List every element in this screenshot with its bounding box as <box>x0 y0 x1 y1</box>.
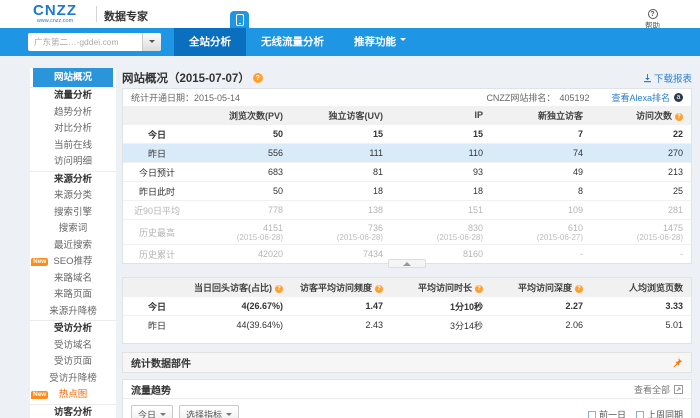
alexa-icon[interactable]: a <box>674 93 683 102</box>
stats-open-date-label: 统计开通日期： <box>131 91 194 104</box>
site-selector-value: 广东第二…-gddei.com <box>28 36 142 48</box>
mobile-phone-icon <box>230 11 249 28</box>
sidebar-item-search-engine[interactable]: 搜索引擎 <box>30 205 116 222</box>
help-question-icon[interactable]: ? <box>275 285 283 293</box>
checkbox-icon <box>636 411 644 418</box>
help-question-icon[interactable]: ? <box>375 285 383 293</box>
checkbox-previous-day[interactable]: 前一日 <box>588 408 626 418</box>
sidebar-item-current-online[interactable]: 当前在线 <box>30 138 116 155</box>
chevron-down-icon <box>226 413 232 418</box>
chevron-down-icon <box>400 38 406 44</box>
chevron-down-icon <box>160 413 166 418</box>
sidebar-item-referrer-domain[interactable]: 来路域名 <box>30 271 116 288</box>
sidebar-item-recent-search[interactable]: 最近搜索 <box>30 238 116 255</box>
table-row-90day-average: 近90日平均 778138 151109 281 <box>123 201 691 220</box>
expand-icon <box>674 385 683 394</box>
tab-wireless-traffic[interactable]: 无线流量分析 <box>246 28 339 56</box>
engagement-table: 当日回头访客(占比)? 访客平均访问频度? 平均访问时长? 平均访问深度? 人均… <box>123 278 691 334</box>
sidebar-item-visited-domain[interactable]: 受访域名 <box>30 338 116 355</box>
checkbox-same-period-last-week[interactable]: 上周同期 <box>636 408 683 418</box>
overview-panel: 统计开通日期： 2015-05-14 CNZZ网站排名： 405192 查看Al… <box>122 88 692 264</box>
table-header-row: 浏览次数(PV) 独立访客(UV) IP 新独立访客 访问次数? <box>123 106 691 125</box>
table-row-yesterday-same-time: 昨日此时 5018 188 25 <box>123 182 691 201</box>
table-row-yesterday[interactable]: 昨日 556111 11074 270 <box>123 144 691 163</box>
stats-widgets-bar: 统计数据部件 <box>122 352 692 373</box>
help-question-icon[interactable]: ? <box>675 113 683 121</box>
divider <box>96 6 97 22</box>
traffic-trend-panel: 流量趋势 查看全部 今日 选择指标 前一日 <box>122 379 692 418</box>
sidebar-section-visited-analysis: 受访分析 <box>30 320 116 338</box>
sidebar-item-search-words[interactable]: 搜索词 <box>30 221 116 238</box>
checkbox-icon <box>588 411 596 418</box>
help-question-icon[interactable]: ? <box>253 73 263 83</box>
stats-open-date-value: 2015-05-14 <box>194 93 240 103</box>
help-icon: ? <box>648 9 658 19</box>
tab-recommended-features[interactable]: 推荐功能 <box>339 28 421 56</box>
nav-tabs: 全站分析 无线流量分析 推荐功能 <box>174 28 421 56</box>
sidebar-item-trend-analysis[interactable]: 趋势分析 <box>30 105 116 122</box>
date-range-dropdown[interactable]: 今日 <box>131 405 173 418</box>
help-button[interactable]: ? 帮助 <box>645 3 660 30</box>
page-title: 网站概况（2015-07-07） <box>122 70 250 86</box>
brand-title: 数据专家 <box>104 8 148 24</box>
nav-bar: 广东第二…-gddei.com 全站分析 无线流量分析 推荐功能 <box>0 28 700 56</box>
sidebar-item-referrer-page[interactable]: 来路页面 <box>30 287 116 304</box>
main-content: 网站概况（2015-07-07） ? 下载报表 统计开通日期： 2015-05-… <box>122 68 692 418</box>
cnzz-rank-value: 405192 <box>559 93 589 103</box>
sidebar-item-compare-analysis[interactable]: 对比分析 <box>30 121 116 138</box>
site-selector-dropdown[interactable]: 广东第二…-gddei.com <box>28 33 161 51</box>
logo-text: CNZZ <box>33 3 77 18</box>
alexa-rank-link[interactable]: 查看Alexa排名 <box>611 91 670 104</box>
pushpin-icon[interactable] <box>672 357 683 368</box>
metric-selector-dropdown[interactable]: 选择指标 <box>179 405 239 418</box>
tab-full-site-analysis[interactable]: 全站分析 <box>174 28 246 56</box>
table-row-today-forecast: 今日预计 68381 9349 213 <box>123 163 691 182</box>
sidebar-item-visited-rank-change[interactable]: 受访升降榜 <box>30 371 116 388</box>
sidebar-item-visit-details[interactable]: 访问明细 <box>30 154 116 171</box>
overview-table: 浏览次数(PV) 独立访客(UV) IP 新独立访客 访问次数? 今日 5015… <box>123 106 691 263</box>
collapse-table-button[interactable] <box>388 259 426 268</box>
chevron-down-icon[interactable] <box>142 33 161 51</box>
table-row-historical-max: 历史最高 4151(2015-06-28) 736(2015-06-28) 83… <box>123 220 691 245</box>
engagement-panel: 当日回头访客(占比)? 访客平均访问频度? 平均访问时长? 平均访问深度? 人均… <box>122 277 692 344</box>
sidebar-item-source-category[interactable]: 来源分类 <box>30 188 116 205</box>
table-row-today: 今日 5015 157 22 <box>123 125 691 144</box>
cnzz-rank-label: CNZZ网站排名： <box>486 91 555 104</box>
sidebar-section-visitor-analysis: 访客分析 <box>30 404 116 418</box>
sidebar-item-site-overview[interactable]: 网站概况 <box>33 68 113 87</box>
view-all-link[interactable]: 查看全部 <box>634 383 683 396</box>
new-badge: New <box>31 391 48 399</box>
download-report-link[interactable]: 下载报表 <box>643 71 692 85</box>
sidebar-item-visited-page[interactable]: 受访页面 <box>30 354 116 371</box>
logo-url: www.cnzz.com <box>33 18 77 24</box>
help-question-icon[interactable]: ? <box>475 285 483 293</box>
sidebar-item-heatmap[interactable]: New 热点图 <box>30 387 116 404</box>
sidebar-item-seo-recommend[interactable]: New SEO推荐 <box>30 254 116 271</box>
sidebar-section-traffic-analysis: 流量分析 <box>30 87 116 105</box>
new-badge: New <box>31 258 48 266</box>
table-row-today: 今日 4(26.67%)1.47 1分10秒2.27 3.33 <box>123 297 691 316</box>
sidebar: 网站概况 流量分析 趋势分析 对比分析 当前在线 访问明细 来源分析 来源分类 … <box>30 68 116 418</box>
table-header-row: 当日回头访客(占比)? 访客平均访问频度? 平均访问时长? 平均访问深度? 人均… <box>123 278 691 297</box>
download-icon <box>643 74 652 83</box>
sidebar-item-source-rank-change[interactable]: 来源升降榜 <box>30 304 116 321</box>
top-bar: CNZZ www.cnzz.com 数据专家 ? 帮助 <box>0 0 700 28</box>
cnzz-logo[interactable]: CNZZ www.cnzz.com <box>33 3 77 24</box>
trend-title: 流量趋势 <box>131 382 171 397</box>
widgets-bar-title: 统计数据部件 <box>131 355 191 370</box>
sidebar-section-source-analysis: 来源分析 <box>30 171 116 189</box>
help-question-icon[interactable]: ? <box>575 285 583 293</box>
table-row-yesterday: 昨日 44(39.64%)2.43 3分14秒2.06 5.01 <box>123 316 691 335</box>
